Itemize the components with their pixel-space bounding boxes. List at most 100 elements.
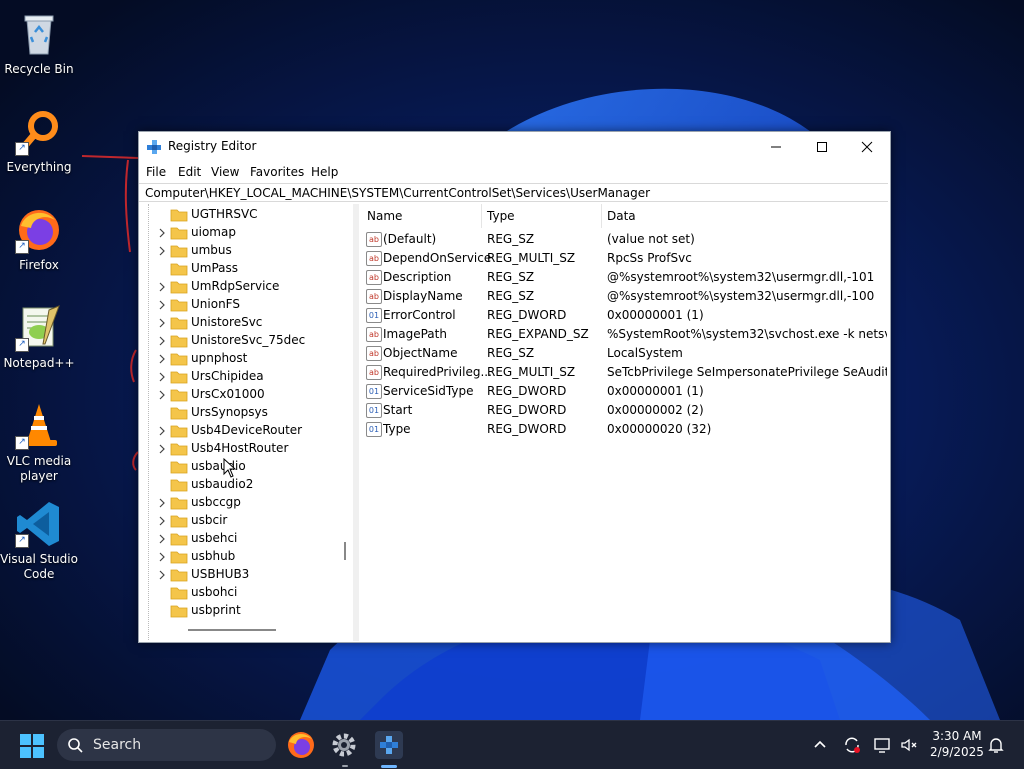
value-row[interactable]: ab (Default) REG_SZ (value not set) bbox=[359, 230, 889, 249]
tree-item[interactable]: Usb4DeviceRouter bbox=[140, 422, 340, 440]
column-header-name[interactable]: Name bbox=[367, 209, 402, 223]
value-row[interactable]: ab Description REG_SZ @%systemroot%\system3… bbox=[359, 268, 889, 287]
chevron-right-icon[interactable] bbox=[157, 516, 167, 526]
value-name: DisplayName bbox=[383, 289, 463, 303]
value-type: REG_DWORD bbox=[487, 422, 567, 436]
chevron-right-icon[interactable] bbox=[157, 228, 167, 238]
tree-item[interactable]: UGTHRSVC bbox=[140, 206, 340, 224]
value-name: ErrorControl bbox=[383, 308, 456, 322]
tree-item[interactable]: UmRdpService bbox=[140, 278, 340, 296]
tree-item[interactable]: usbehci bbox=[140, 530, 340, 548]
value-row[interactable]: 01 Type REG_DWORD 0x00000020 (32) bbox=[359, 420, 889, 439]
chevron-up-icon[interactable] bbox=[810, 735, 830, 755]
desktop-icon-recycle-bin[interactable]: Recycle Bin bbox=[0, 10, 78, 77]
tree-item[interactable]: UrsSynopsys bbox=[140, 404, 340, 422]
chevron-right-icon[interactable] bbox=[157, 282, 167, 292]
tree-item[interactable]: UmPass bbox=[140, 260, 340, 278]
chevron-right-icon[interactable] bbox=[157, 498, 167, 508]
close-button[interactable] bbox=[844, 132, 890, 161]
chevron-right-icon[interactable] bbox=[157, 570, 167, 580]
address-bar[interactable]: Computer\HKEY_LOCAL_MACHINE\SYSTEM\Curre… bbox=[139, 183, 888, 202]
volume-muted-icon[interactable] bbox=[899, 735, 919, 755]
taskbar-firefox-icon[interactable] bbox=[285, 729, 317, 761]
chevron-right-icon[interactable] bbox=[157, 534, 167, 544]
chevron-right-icon[interactable] bbox=[157, 336, 167, 346]
value-row[interactable]: ab ImagePath REG_EXPAND_SZ %SystemRoot%\sys… bbox=[359, 325, 889, 344]
folder-icon bbox=[170, 263, 188, 276]
chevron-right-icon[interactable] bbox=[157, 426, 167, 436]
menu-file[interactable]: File bbox=[146, 165, 166, 179]
search-placeholder: Search bbox=[93, 737, 142, 753]
column-separator[interactable] bbox=[481, 204, 482, 228]
tree-item[interactable]: usbaudio bbox=[140, 458, 340, 476]
tree-item[interactable]: usbcir bbox=[140, 512, 340, 530]
menu-favorites[interactable]: Favorites bbox=[250, 165, 304, 179]
chevron-right-icon[interactable] bbox=[157, 318, 167, 328]
column-header-type[interactable]: Type bbox=[487, 209, 515, 223]
tree-item-label: UnionFS bbox=[191, 297, 240, 311]
tree-item[interactable]: usbhub bbox=[140, 548, 340, 566]
tree-item[interactable]: umbus bbox=[140, 242, 340, 260]
desktop-icon-everything[interactable]: ↗ Everything bbox=[0, 108, 78, 175]
clock[interactable]: 3:30 AM 2/9/2025 bbox=[928, 728, 986, 760]
tree-horizontal-scrollbar-thumb[interactable] bbox=[188, 629, 276, 631]
tree-item[interactable]: usbccgp bbox=[140, 494, 340, 512]
maximize-button[interactable] bbox=[799, 132, 845, 161]
minimize-button[interactable] bbox=[753, 132, 799, 161]
value-name: DependOnService bbox=[383, 251, 492, 265]
tree-item[interactable]: usbohci bbox=[140, 584, 340, 602]
desktop-icon-label: Everything bbox=[6, 160, 72, 174]
tree-vertical-scrollbar-thumb[interactable] bbox=[344, 542, 346, 560]
menu-help[interactable]: Help bbox=[311, 165, 338, 179]
chevron-right-icon[interactable] bbox=[157, 372, 167, 382]
taskbar-search-box[interactable]: Search bbox=[57, 729, 276, 761]
menu-view[interactable]: View bbox=[211, 165, 239, 179]
chevron-right-icon[interactable] bbox=[157, 246, 167, 256]
folder-icon bbox=[170, 407, 188, 420]
tree-item[interactable]: USBHUB3 bbox=[140, 566, 340, 584]
value-type: REG_MULTI_SZ bbox=[487, 365, 576, 379]
taskbar-registry-editor-icon[interactable] bbox=[373, 729, 405, 761]
recycle-bin-icon bbox=[15, 10, 63, 58]
chevron-right-icon[interactable] bbox=[157, 444, 167, 454]
tree-item[interactable]: upnphost bbox=[140, 350, 340, 368]
desktop-icon-vlc[interactable]: ↗ VLC media player bbox=[0, 402, 78, 484]
value-row[interactable]: ab DisplayName REG_SZ @%systemroot%\system3… bbox=[359, 287, 889, 306]
value-row[interactable]: 01 ErrorControl REG_DWORD 0x00000001 (1) bbox=[359, 306, 889, 325]
tree-item[interactable]: UnistoreSvc_75dec bbox=[140, 332, 340, 350]
folder-icon bbox=[170, 389, 188, 402]
title-bar[interactable]: Registry Editor bbox=[139, 132, 890, 161]
value-row[interactable]: ab DependOnService REG_MULTI_SZ RpcSs ProfS… bbox=[359, 249, 889, 268]
taskbar-settings-icon[interactable] bbox=[328, 729, 360, 761]
values-list[interactable]: Name Type Data ab (Default) REG_SZ (value n… bbox=[359, 204, 889, 641]
tree-item[interactable]: uiomap bbox=[140, 224, 340, 242]
desktop-icon-vscode[interactable]: ↗ Visual Studio Code bbox=[0, 500, 78, 582]
tree-item[interactable]: usbprint bbox=[140, 602, 340, 620]
network-icon[interactable] bbox=[873, 735, 893, 755]
windows-start-icon[interactable] bbox=[20, 734, 44, 758]
menu-edit[interactable]: Edit bbox=[178, 165, 201, 179]
value-row[interactable]: 01 Start REG_DWORD 0x00000002 (2) bbox=[359, 401, 889, 420]
chevron-right-icon[interactable] bbox=[157, 300, 167, 310]
tree-item[interactable]: usbaudio2 bbox=[140, 476, 340, 494]
chevron-right-icon[interactable] bbox=[157, 390, 167, 400]
tree-item-label: usbohci bbox=[191, 585, 238, 599]
desktop-icon-label: Firefox bbox=[19, 258, 59, 272]
desktop-icon-notepad-plus-plus[interactable]: ↗ Notepad++ bbox=[0, 304, 78, 371]
value-row[interactable]: ab ObjectName REG_SZ LocalSystem bbox=[359, 344, 889, 363]
tree-item[interactable]: UrsCx01000 bbox=[140, 386, 340, 404]
tree-item[interactable]: UnistoreSvc bbox=[140, 314, 340, 332]
chevron-right-icon[interactable] bbox=[157, 354, 167, 364]
tree-item[interactable]: Usb4HostRouter bbox=[140, 440, 340, 458]
value-row[interactable]: 01 ServiceSidType REG_DWORD 0x00000001 (1) bbox=[359, 382, 889, 401]
desktop-icon-firefox[interactable]: ↗ Firefox bbox=[0, 206, 78, 273]
notification-bell-icon[interactable] bbox=[986, 735, 1006, 755]
chevron-right-icon[interactable] bbox=[157, 552, 167, 562]
tree-item[interactable]: UrsChipidea bbox=[140, 368, 340, 386]
sync-icon[interactable] bbox=[842, 735, 862, 755]
value-row[interactable]: ab RequiredPrivileg... REG_MULTI_SZ SeTcbPr… bbox=[359, 363, 889, 382]
column-header-data[interactable]: Data bbox=[607, 209, 636, 223]
column-separator[interactable] bbox=[601, 204, 602, 228]
key-tree[interactable]: UGTHRSVC uiomap umbus UmPass UmRdpService Uni… bbox=[140, 204, 354, 640]
tree-item[interactable]: UnionFS bbox=[140, 296, 340, 314]
